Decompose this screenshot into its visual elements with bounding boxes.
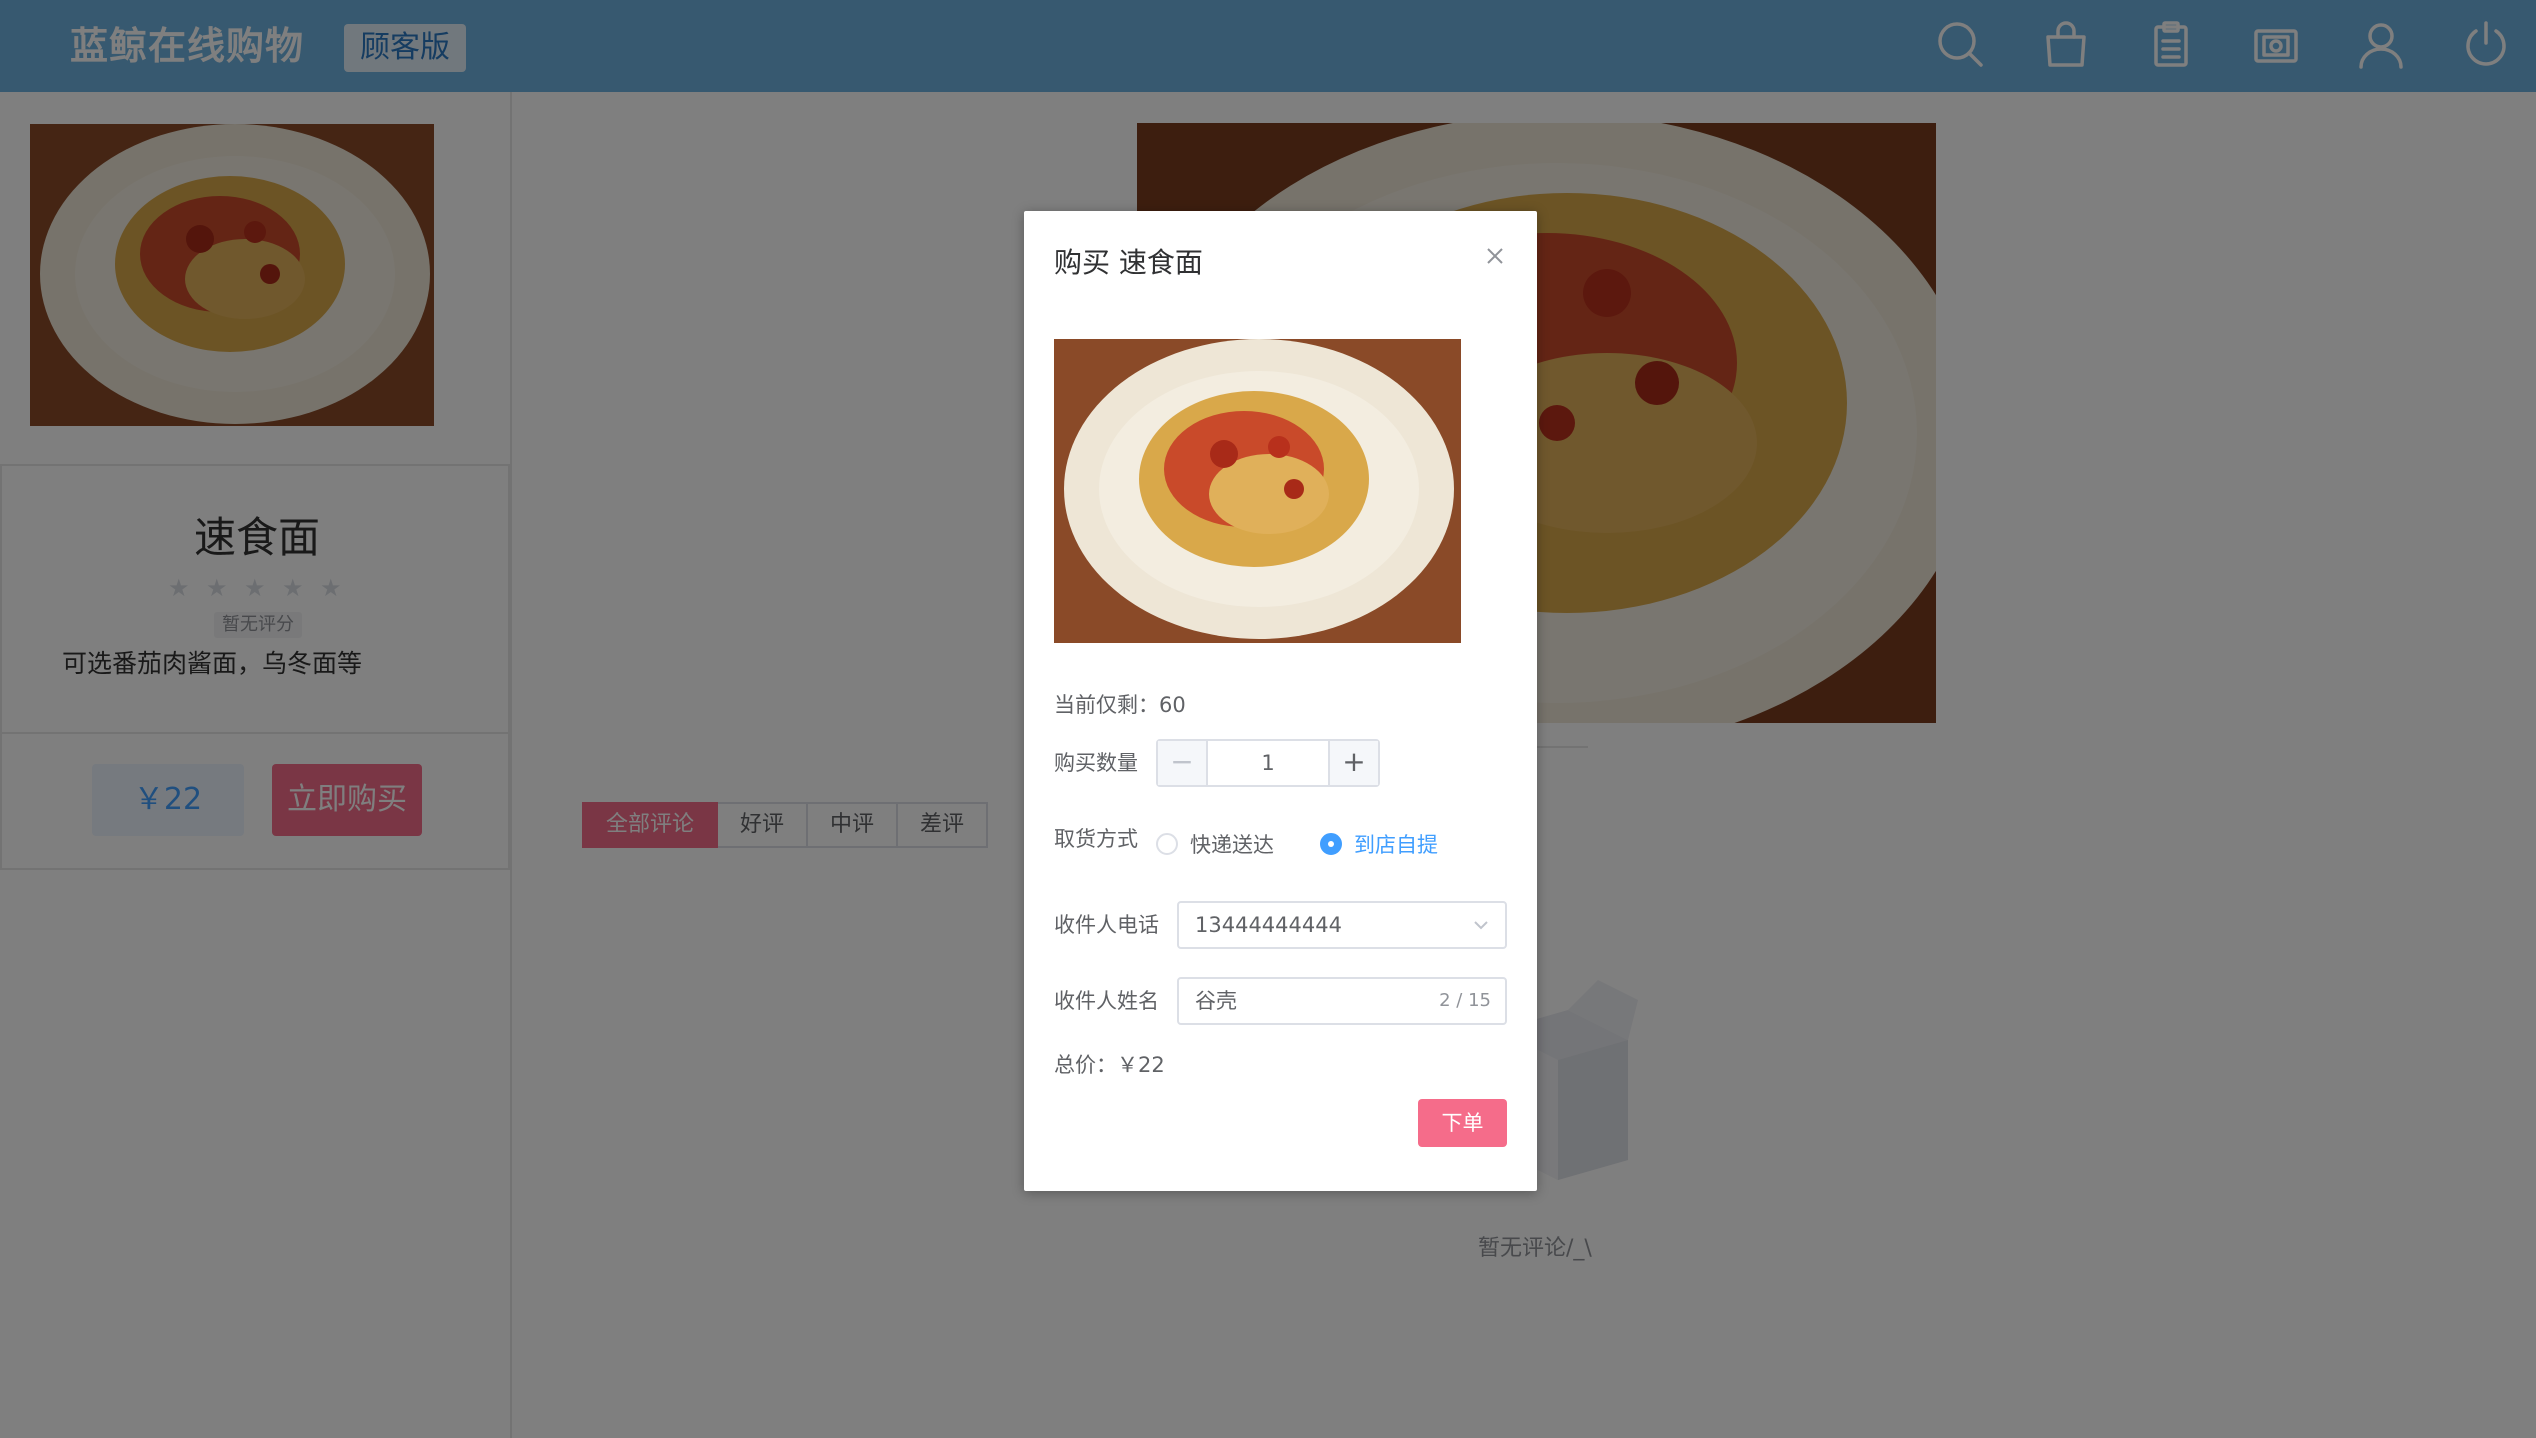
stock-remaining: 当前仅剩：60 — [1054, 693, 1186, 717]
radio-label: 到店自提 — [1354, 833, 1438, 857]
name-label: 收件人姓名 — [1054, 989, 1159, 1013]
close-icon[interactable] — [1480, 241, 1510, 271]
recipient-name-value: 谷壳 — [1195, 989, 1237, 1013]
radio-dot — [1320, 833, 1342, 855]
quantity-stepper: − 1 + — [1156, 739, 1380, 787]
delivery-label: 取货方式 — [1054, 827, 1138, 851]
char-counter: 2 / 15 — [1439, 990, 1491, 1011]
radio-store-pickup[interactable]: 到店自提 — [1320, 829, 1438, 859]
purchase-dialog: 购买 速食面 当前仅剩：60 购买数量 − 1 + 取货方式 快递送达 到店自提… — [1024, 211, 1537, 1191]
phone-value: 13444444444 — [1195, 913, 1342, 937]
quantity-label: 购买数量 — [1054, 751, 1138, 775]
phone-select[interactable]: 13444444444 — [1177, 901, 1507, 949]
dialog-title: 购买 速食面 — [1054, 246, 1203, 279]
radio-label: 快递送达 — [1190, 833, 1274, 857]
place-order-button[interactable]: 下单 — [1418, 1099, 1507, 1147]
radio-express-delivery[interactable]: 快递送达 — [1156, 829, 1274, 859]
phone-label: 收件人电话 — [1054, 913, 1159, 937]
quantity-input[interactable]: 1 — [1208, 741, 1328, 785]
recipient-name-input[interactable]: 谷壳 2 / 15 — [1177, 977, 1507, 1025]
increase-button[interactable]: + — [1328, 741, 1378, 785]
radio-dot — [1156, 833, 1178, 855]
total-price: 总价：￥22 — [1054, 1053, 1165, 1077]
decrease-button[interactable]: − — [1158, 741, 1208, 785]
chevron-down-icon — [1471, 915, 1491, 935]
dialog-product-photo — [1054, 339, 1461, 643]
